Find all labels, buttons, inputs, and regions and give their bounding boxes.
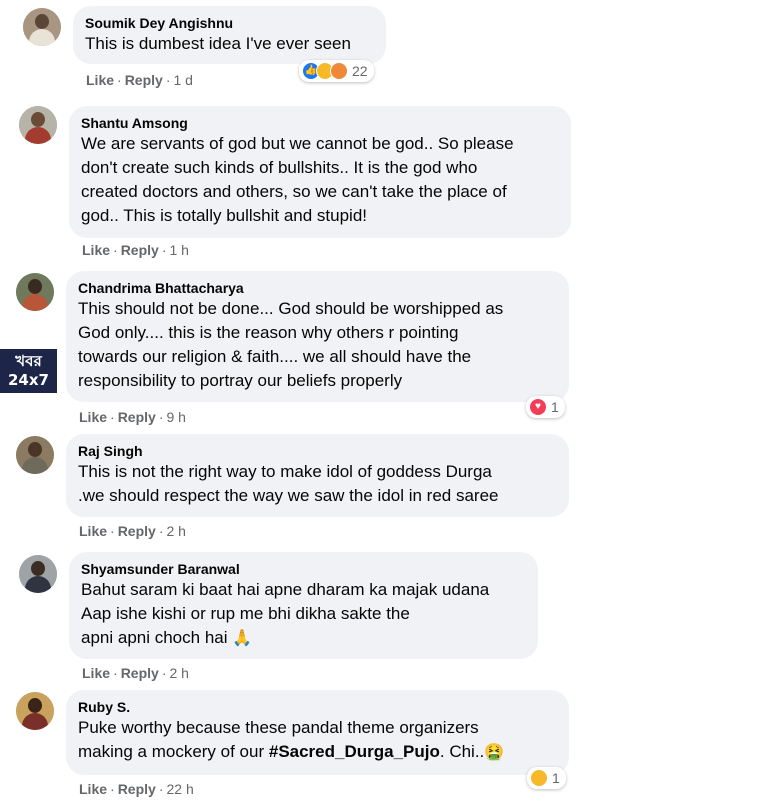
comment-text-end: . Chi..	[439, 742, 485, 761]
reply-button[interactable]: Reply	[118, 409, 156, 425]
comment-bubble: Shantu Amsong We are servants of god but…	[69, 106, 571, 238]
avatar[interactable]	[19, 555, 57, 593]
vomiting-face-emoji-icon: 🤮	[484, 744, 505, 761]
channel-watermark-logo: খবর 24x7	[0, 349, 57, 393]
reply-button[interactable]: Reply	[121, 665, 159, 681]
reply-button[interactable]: Reply	[118, 781, 156, 797]
comment-bubble: Raj Singh This is not the right way to m…	[66, 434, 569, 517]
comment-bubble: Soumik Dey Angishnu This is dumbest idea…	[73, 6, 386, 64]
reaction-count: 1	[551, 399, 559, 415]
timestamp[interactable]: 2 h	[169, 665, 188, 681]
timestamp[interactable]: 1 d	[173, 72, 192, 88]
like-button[interactable]: Like	[82, 665, 110, 681]
comment-author[interactable]: Chandrima Bhattacharya	[78, 279, 557, 297]
avatar[interactable]	[16, 436, 54, 474]
comment-author[interactable]: Soumik Dey Angishnu	[85, 14, 374, 32]
comment-author[interactable]: Shyamsunder Baranwal	[81, 560, 526, 578]
comment-text: Bahut saram ki baat hai apne dharam ka m…	[81, 580, 490, 647]
watermark-line2: 24x7	[8, 371, 49, 389]
timestamp[interactable]: 1 h	[169, 242, 188, 258]
love-icon: ♥	[529, 398, 547, 416]
reaction-count: 22	[352, 63, 368, 79]
reply-button[interactable]: Reply	[125, 72, 163, 88]
haha-icon	[530, 769, 548, 787]
comment-text: We are servants of god but we cannot be …	[81, 134, 514, 225]
timestamp[interactable]: 9 h	[166, 409, 185, 425]
reaction-summary[interactable]: ♥ 1	[526, 396, 565, 418]
comment-author[interactable]: Ruby S.	[78, 698, 557, 716]
reaction-summary[interactable]: 1	[527, 767, 566, 789]
comment-bubble: Chandrima Bhattacharya This should not b…	[66, 271, 569, 402]
comment-bubble: Shyamsunder Baranwal Bahut saram ki baat…	[69, 552, 538, 659]
angry-icon	[330, 62, 348, 80]
like-button[interactable]: Like	[79, 523, 107, 539]
comment-author[interactable]: Raj Singh	[78, 442, 557, 460]
avatar[interactable]	[16, 273, 54, 311]
like-button[interactable]: Like	[86, 72, 114, 88]
like-button[interactable]: Like	[79, 781, 107, 797]
comment-text: This is dumbest idea I've ever seen	[85, 34, 351, 53]
reaction-summary[interactable]: 👍 22	[299, 60, 374, 82]
reaction-count: 1	[552, 770, 560, 786]
comment-bubble: Ruby S. Puke worthy because these pandal…	[66, 690, 569, 775]
avatar[interactable]	[19, 106, 57, 144]
like-button[interactable]: Like	[79, 409, 107, 425]
hashtag-link[interactable]: #Sacred_Durga_Pujo	[269, 742, 440, 761]
avatar[interactable]	[23, 8, 61, 46]
timestamp[interactable]: 22 h	[166, 781, 193, 797]
folded-hands-emoji-icon: 🙏	[232, 630, 253, 647]
reply-button[interactable]: Reply	[118, 523, 156, 539]
like-button[interactable]: Like	[82, 242, 110, 258]
timestamp[interactable]: 2 h	[166, 523, 185, 539]
watermark-line1: খবর	[15, 352, 42, 370]
comment-author[interactable]: Shantu Amsong	[81, 114, 559, 132]
avatar[interactable]	[16, 692, 54, 730]
reply-button[interactable]: Reply	[121, 242, 159, 258]
comment-text: This should not be done... God should be…	[78, 299, 504, 390]
comment-text: This is not the right way to make idol o…	[78, 462, 499, 505]
